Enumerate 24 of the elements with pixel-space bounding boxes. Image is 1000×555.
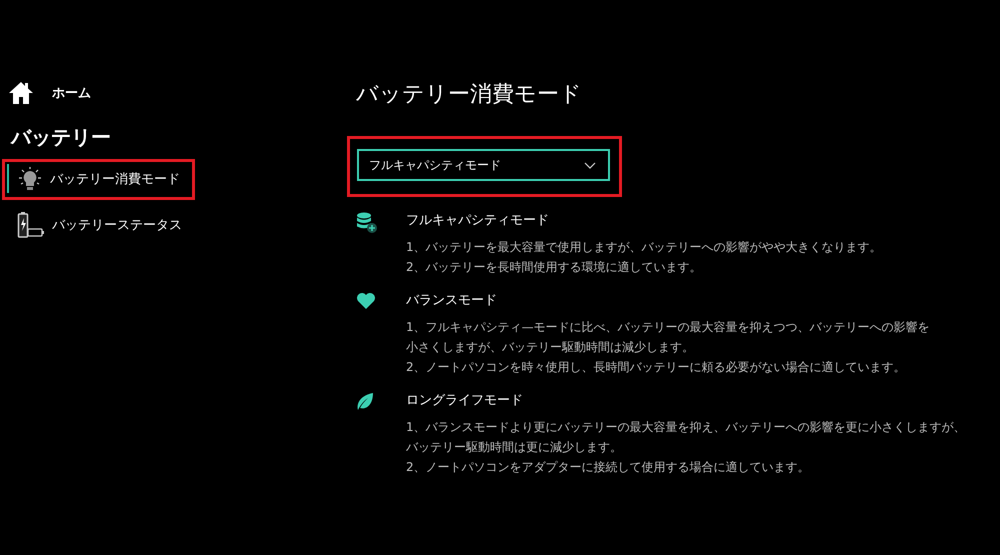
battery-icon — [17, 212, 45, 238]
description-text: 小さくしますが、バッテリー駆動時間は減少します。 — [406, 339, 695, 356]
home-link[interactable]: ホーム — [52, 84, 91, 102]
page-title: バッテリー消費モード — [356, 81, 583, 109]
sidebar-item[interactable]: バッテリー消費モード — [7, 164, 193, 193]
section-heading: バッテリー — [11, 124, 112, 151]
mode-title: フルキャパシティモード — [406, 212, 550, 230]
mode-title: バランスモード — [406, 292, 498, 310]
database-icon — [356, 212, 378, 234]
lightbulb-icon — [17, 166, 43, 190]
mode-title: ロングライフモード — [406, 392, 524, 410]
description-text: 1、バッテリーを最大容量で使用しますが、バッテリーへの影響がやや大きくなります。 — [406, 239, 882, 256]
heart-icon — [356, 292, 376, 310]
description-text: 2、ノートパソコンをアダプターに接続して使用する場合に適しています。 — [406, 459, 811, 476]
mode-dropdown[interactable]: フルキャパシティモード — [357, 149, 610, 181]
home-icon — [8, 81, 34, 105]
sidebar-item[interactable]: バッテリーステータス — [7, 210, 193, 239]
description-text: 2、ノートパソコンを時々使用し、長時間バッテリーに頼る必要がない場合に適しています。 — [406, 359, 907, 376]
description-text: 1、フルキャパシティ—モードに比べ、バッテリーの最大容量を抑えつつ、バッテリーへの影響を — [406, 319, 930, 336]
description-text: 1、バランスモードより更にバッテリーの最大容量を抑え、バッテリーへの影響を更に小さくしますが、 — [406, 419, 966, 436]
description-text: 2、バッテリーを長時間使用する環境に適しています。 — [406, 259, 703, 276]
leaf-icon — [356, 392, 374, 412]
description-text: バッテリー駆動時間は更に減少します。 — [406, 439, 623, 456]
chevron-down-icon — [584, 162, 596, 168]
